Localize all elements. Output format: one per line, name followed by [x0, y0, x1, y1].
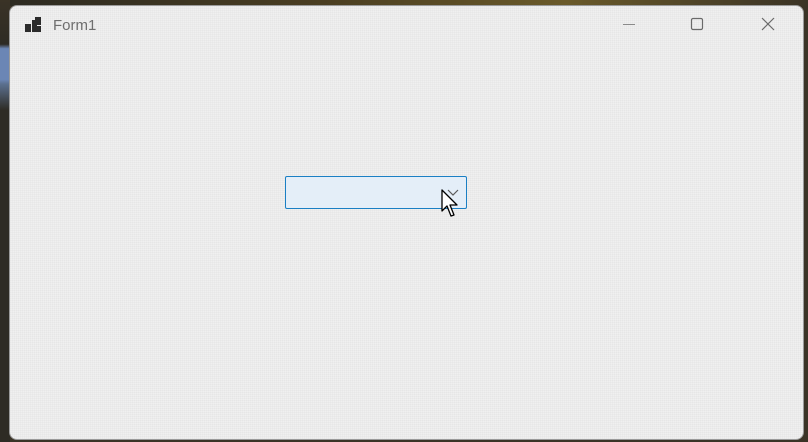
- minimize-button[interactable]: [606, 6, 652, 46]
- form-window: Form1: [9, 5, 804, 440]
- winforms-app-icon: [24, 17, 42, 34]
- combobox[interactable]: [285, 176, 467, 209]
- close-button[interactable]: [745, 6, 791, 46]
- window-title: Form1: [53, 17, 97, 34]
- minimize-icon: [621, 16, 637, 37]
- maximize-button[interactable]: [674, 6, 720, 46]
- maximize-icon: [689, 16, 705, 37]
- title-bar[interactable]: Form1: [10, 6, 803, 46]
- close-icon: [760, 16, 776, 37]
- chevron-down-icon[interactable]: [446, 185, 460, 199]
